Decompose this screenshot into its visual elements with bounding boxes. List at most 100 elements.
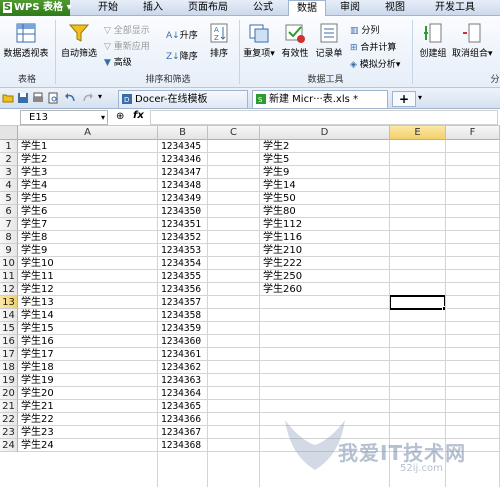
cell-b22[interactable]: 1234366 bbox=[159, 413, 207, 426]
cell-b9[interactable]: 1234353 bbox=[159, 244, 207, 257]
cell-a8[interactable]: 学生8 bbox=[19, 231, 157, 244]
pivot-table-button[interactable]: 数据透视表 bbox=[2, 22, 50, 59]
reapply-button[interactable]: ▽ 重新应用 bbox=[104, 39, 150, 52]
row-header[interactable]: 12 bbox=[0, 283, 18, 296]
sort-button[interactable]: A Z 排序 bbox=[204, 22, 234, 59]
cell-b18[interactable]: 1234362 bbox=[159, 361, 207, 374]
cell-b2[interactable]: 1234346 bbox=[159, 153, 207, 166]
column-header-d[interactable]: D bbox=[260, 126, 390, 140]
row-header[interactable]: 22 bbox=[0, 413, 18, 426]
tab-review[interactable]: 审阅 bbox=[330, 0, 370, 16]
cell-b11[interactable]: 1234355 bbox=[159, 270, 207, 283]
cell-b20[interactable]: 1234364 bbox=[159, 387, 207, 400]
split-column-button[interactable]: ▥ 分列 bbox=[350, 23, 379, 36]
row-header[interactable]: 19 bbox=[0, 374, 18, 387]
cell-d17[interactable] bbox=[261, 348, 389, 361]
row-header[interactable]: 4 bbox=[0, 179, 18, 192]
tab-list-dropdown-icon[interactable]: ▾ bbox=[418, 93, 422, 102]
row-header[interactable]: 24 bbox=[0, 439, 18, 452]
cell-d2[interactable]: 学生5 bbox=[261, 153, 389, 166]
advanced-filter-button[interactable]: ▼ 高级 bbox=[104, 55, 132, 68]
ungroup-button[interactable]: 取消组合▾ bbox=[452, 22, 493, 59]
quick-access-dropdown-icon[interactable]: ▾ bbox=[98, 92, 102, 101]
fx-icon[interactable]: fx bbox=[133, 110, 144, 121]
row-header[interactable]: 15 bbox=[0, 322, 18, 335]
cell-d19[interactable] bbox=[261, 374, 389, 387]
cell-a18[interactable]: 学生18 bbox=[19, 361, 157, 374]
formula-input[interactable] bbox=[150, 110, 498, 125]
cell-d20[interactable] bbox=[261, 387, 389, 400]
cell-b16[interactable]: 1234360 bbox=[159, 335, 207, 348]
cell-d15[interactable] bbox=[261, 322, 389, 335]
row-header[interactable]: 14 bbox=[0, 309, 18, 322]
cell-b19[interactable]: 1234363 bbox=[159, 374, 207, 387]
cell-a2[interactable]: 学生2 bbox=[19, 153, 157, 166]
row-header[interactable]: 18 bbox=[0, 361, 18, 374]
cell-b17[interactable]: 1234361 bbox=[159, 348, 207, 361]
sort-ascending-button[interactable]: A↓升序 bbox=[166, 28, 198, 41]
cell-b15[interactable]: 1234359 bbox=[159, 322, 207, 335]
cell-d7[interactable]: 学生112 bbox=[261, 218, 389, 231]
cell-a13[interactable]: 学生13 bbox=[19, 296, 157, 309]
new-tab-button[interactable]: + bbox=[392, 91, 416, 107]
what-if-analysis-button[interactable]: ◈ 模拟分析▾ bbox=[350, 57, 400, 70]
cell-d10[interactable]: 学生222 bbox=[261, 257, 389, 270]
cell-d6[interactable]: 学生80 bbox=[261, 205, 389, 218]
cell-a10[interactable]: 学生10 bbox=[19, 257, 157, 270]
name-box[interactable]: E13 ▾ bbox=[20, 110, 108, 125]
show-all-button[interactable]: ▽ 全部显示 bbox=[104, 23, 150, 36]
doc-tab-docer[interactable]: D Docer-在线模板 bbox=[118, 90, 248, 108]
cell-d23[interactable] bbox=[261, 426, 389, 439]
tab-developer[interactable]: 开发工具 bbox=[425, 0, 485, 16]
row-header[interactable]: 5 bbox=[0, 192, 18, 205]
cell-b5[interactable]: 1234349 bbox=[159, 192, 207, 205]
cell-d22[interactable] bbox=[261, 413, 389, 426]
cell-d4[interactable]: 学生14 bbox=[261, 179, 389, 192]
cell-a6[interactable]: 学生6 bbox=[19, 205, 157, 218]
app-menu-button[interactable]: S WPS 表格 ▾ bbox=[0, 0, 72, 16]
zoom-search-icon[interactable]: ⊕ bbox=[116, 111, 124, 122]
print-preview-icon[interactable] bbox=[47, 92, 59, 104]
cell-a23[interactable]: 学生23 bbox=[19, 426, 157, 439]
cell-a19[interactable]: 学生19 bbox=[19, 374, 157, 387]
redo-icon[interactable] bbox=[82, 92, 94, 104]
column-header-c[interactable]: C bbox=[208, 126, 260, 140]
tab-insert[interactable]: 插入 bbox=[133, 0, 173, 16]
row-header[interactable]: 8 bbox=[0, 231, 18, 244]
cell-b21[interactable]: 1234365 bbox=[159, 400, 207, 413]
undo-icon[interactable] bbox=[64, 92, 76, 104]
cell-b14[interactable]: 1234358 bbox=[159, 309, 207, 322]
cell-a7[interactable]: 学生7 bbox=[19, 218, 157, 231]
column-header-b[interactable]: B bbox=[158, 126, 208, 140]
cell-d1[interactable]: 学生2 bbox=[261, 140, 389, 153]
doc-tab-workbook[interactable]: S 新建 Micr···表.xls * bbox=[252, 90, 388, 108]
cell-a15[interactable]: 学生15 bbox=[19, 322, 157, 335]
cell-a5[interactable]: 学生5 bbox=[19, 192, 157, 205]
row-header[interactable]: 3 bbox=[0, 166, 18, 179]
cell-b8[interactable]: 1234352 bbox=[159, 231, 207, 244]
cell-d12[interactable]: 学生260 bbox=[261, 283, 389, 296]
cell-d16[interactable] bbox=[261, 335, 389, 348]
row-header[interactable]: 10 bbox=[0, 257, 18, 270]
row-header[interactable]: 6 bbox=[0, 205, 18, 218]
name-box-dropdown-icon[interactable]: ▾ bbox=[101, 111, 105, 124]
row-header[interactable]: 17 bbox=[0, 348, 18, 361]
spreadsheet-grid[interactable]: ABCDEF 1 学生1 1234345 学生2 2 学生2 1234346 学生5 3 学生3 1… bbox=[0, 126, 500, 487]
cell-d5[interactable]: 学生50 bbox=[261, 192, 389, 205]
row-header[interactable]: 13 bbox=[0, 296, 18, 309]
cell-a20[interactable]: 学生20 bbox=[19, 387, 157, 400]
active-cell-cursor[interactable] bbox=[389, 295, 447, 311]
cell-a1[interactable]: 学生1 bbox=[19, 140, 157, 153]
validation-button[interactable]: 有效性 bbox=[279, 22, 311, 59]
cell-d9[interactable]: 学生210 bbox=[261, 244, 389, 257]
record-sheet-button[interactable]: 记录单 bbox=[313, 22, 345, 59]
cell-b24[interactable]: 1234368 bbox=[159, 439, 207, 452]
cell-a24[interactable]: 学生24 bbox=[19, 439, 157, 452]
cell-a22[interactable]: 学生22 bbox=[19, 413, 157, 426]
cell-d18[interactable] bbox=[261, 361, 389, 374]
auto-filter-button[interactable]: 自动筛选 bbox=[58, 22, 100, 59]
cell-d8[interactable]: 学生116 bbox=[261, 231, 389, 244]
cell-b4[interactable]: 1234348 bbox=[159, 179, 207, 192]
cell-d14[interactable] bbox=[261, 309, 389, 322]
tab-data[interactable]: 数据 bbox=[288, 0, 326, 17]
